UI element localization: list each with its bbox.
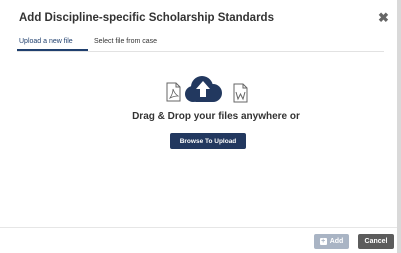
pdf-file-icon: [166, 82, 181, 102]
word-file-icon: [233, 83, 248, 103]
tab-select-file-from-case[interactable]: Select file from case: [94, 38, 157, 45]
upload-modal: Add Discipline-specific Scholarship Stan…: [0, 0, 401, 253]
close-icon[interactable]: ✖: [378, 10, 389, 26]
add-button[interactable]: + Add: [314, 234, 349, 249]
tab-upload-new-file[interactable]: Upload a new file: [19, 38, 73, 45]
tab-divider: [17, 51, 384, 52]
plus-icon: +: [319, 238, 327, 245]
cancel-button[interactable]: Cancel: [358, 234, 394, 249]
browse-to-upload-button[interactable]: Browse To Upload: [170, 133, 246, 149]
modal-title: Add Discipline-specific Scholarship Stan…: [19, 12, 274, 24]
dropzone-text: Drag & Drop your files anywhere or: [132, 111, 300, 122]
dropzone-icons-graphic: [166, 76, 248, 103]
add-button-label: Add: [329, 238, 344, 245]
footer-divider: [0, 227, 397, 228]
cloud-upload-icon: [185, 76, 222, 102]
window-edge: [397, 0, 401, 253]
dropzone-icons: [162, 73, 262, 105]
